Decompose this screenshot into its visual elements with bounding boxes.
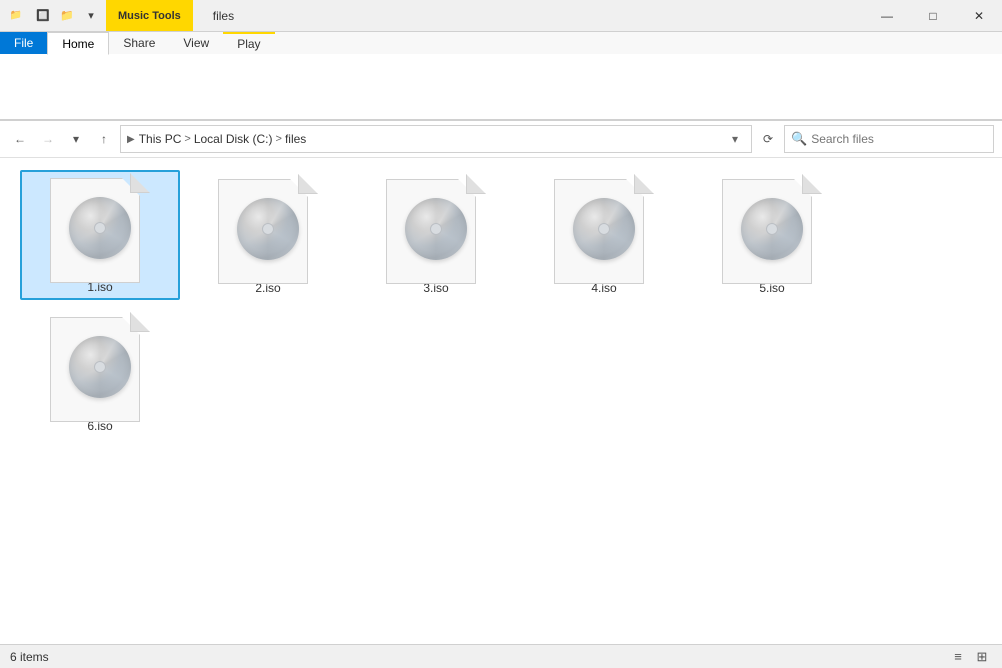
document-fold [130,173,150,193]
path-root-arrow: ▶ [127,134,135,145]
file-icon-wrapper [35,317,165,417]
cd-hole [262,223,274,235]
quick-access-toolbar: 🔲 📁 ▾ [32,5,102,27]
ribbon-tabs-top: Music Tools files [106,0,864,31]
qat-dropdown-btn[interactable]: ▾ [80,5,102,27]
cd-disc-icon [237,198,299,260]
tab-play[interactable]: Play [223,32,274,54]
close-button[interactable]: ✕ [956,0,1002,32]
cd-disc-icon [405,198,467,260]
document-icon [722,174,822,284]
address-path[interactable]: ▶ This PC > Local Disk (C:) > files ▾ [120,125,752,153]
tab-home[interactable]: Home [47,32,109,55]
document-icon [50,173,150,283]
file-icon-wrapper [203,179,333,279]
document-fold [466,174,486,194]
view-buttons: ≡ ⊞ [948,647,992,667]
cd-hole [94,222,106,234]
document-icon [218,174,318,284]
search-icon: 🔍 [791,131,807,147]
contextual-tab-music-tools[interactable]: Music Tools [106,0,193,31]
search-box[interactable]: 🔍 [784,125,994,153]
path-files: files [285,132,306,146]
path-sep-2: > [276,133,282,145]
document-icon [554,174,654,284]
ribbon-tabs: File Home Share View Play [0,32,1002,54]
minimize-button[interactable]: — [864,0,910,32]
file-item[interactable]: 3.iso [356,170,516,300]
ribbon: File Home Share View Play [0,32,1002,121]
view-details-button[interactable]: ≡ [948,647,968,667]
path-this-pc: This PC [139,132,182,146]
cd-hole [430,223,442,235]
tab-share[interactable]: Share [109,32,169,54]
item-count: 6 items [10,650,49,664]
file-icon-wrapper [539,179,669,279]
file-item[interactable]: 2.iso [188,170,348,300]
titlebar-icons: 📁 [8,8,24,24]
file-item[interactable]: 4.iso [524,170,684,300]
recent-locations-button[interactable]: ▾ [64,127,88,151]
file-item[interactable]: 1.iso [20,170,180,300]
document-fold [298,174,318,194]
app-icon: 📁 [8,8,24,24]
cd-disc-icon [69,197,131,259]
view-large-icons-button[interactable]: ⊞ [972,647,992,667]
path-sep-1: > [184,133,190,145]
tab-file[interactable]: File [0,32,47,54]
qat-new-folder-btn[interactable]: 📁 [56,5,78,27]
tab-view[interactable]: View [169,32,223,54]
address-dropdown-arrow[interactable]: ▾ [725,132,745,146]
file-area: 1.iso 2.iso 3.iso [0,158,1002,644]
file-icon-wrapper [371,179,501,279]
up-button[interactable]: ↑ [92,127,116,151]
refresh-button[interactable]: ⟳ [756,127,780,151]
window-title: files [201,0,246,31]
search-input[interactable] [811,132,987,146]
document-icon [50,312,150,422]
path-local-disk: Local Disk (C:) [194,132,273,146]
cd-hole [598,223,610,235]
cd-hole [766,223,778,235]
statusbar: 6 items ≡ ⊞ [0,644,1002,668]
cd-disc-icon [573,198,635,260]
document-fold [634,174,654,194]
document-fold [802,174,822,194]
file-icon-wrapper [35,178,165,278]
maximize-button[interactable]: □ [910,0,956,32]
ribbon-content [0,54,1002,120]
file-item[interactable]: 6.iso [20,308,180,438]
document-fold [130,312,150,332]
file-icon-wrapper [707,179,837,279]
qat-properties-btn[interactable]: 🔲 [32,5,54,27]
forward-button[interactable]: → [36,127,60,151]
cd-disc-icon [69,336,131,398]
file-item[interactable]: 5.iso [692,170,852,300]
titlebar-right: — □ ✕ [864,0,1002,32]
titlebar: 📁 🔲 📁 ▾ Music Tools files — □ ✕ [0,0,1002,32]
addressbar: ← → ▾ ↑ ▶ This PC > Local Disk (C:) > fi… [0,121,1002,158]
cd-hole [94,361,106,373]
back-button[interactable]: ← [8,127,32,151]
document-icon [386,174,486,284]
cd-disc-icon [741,198,803,260]
